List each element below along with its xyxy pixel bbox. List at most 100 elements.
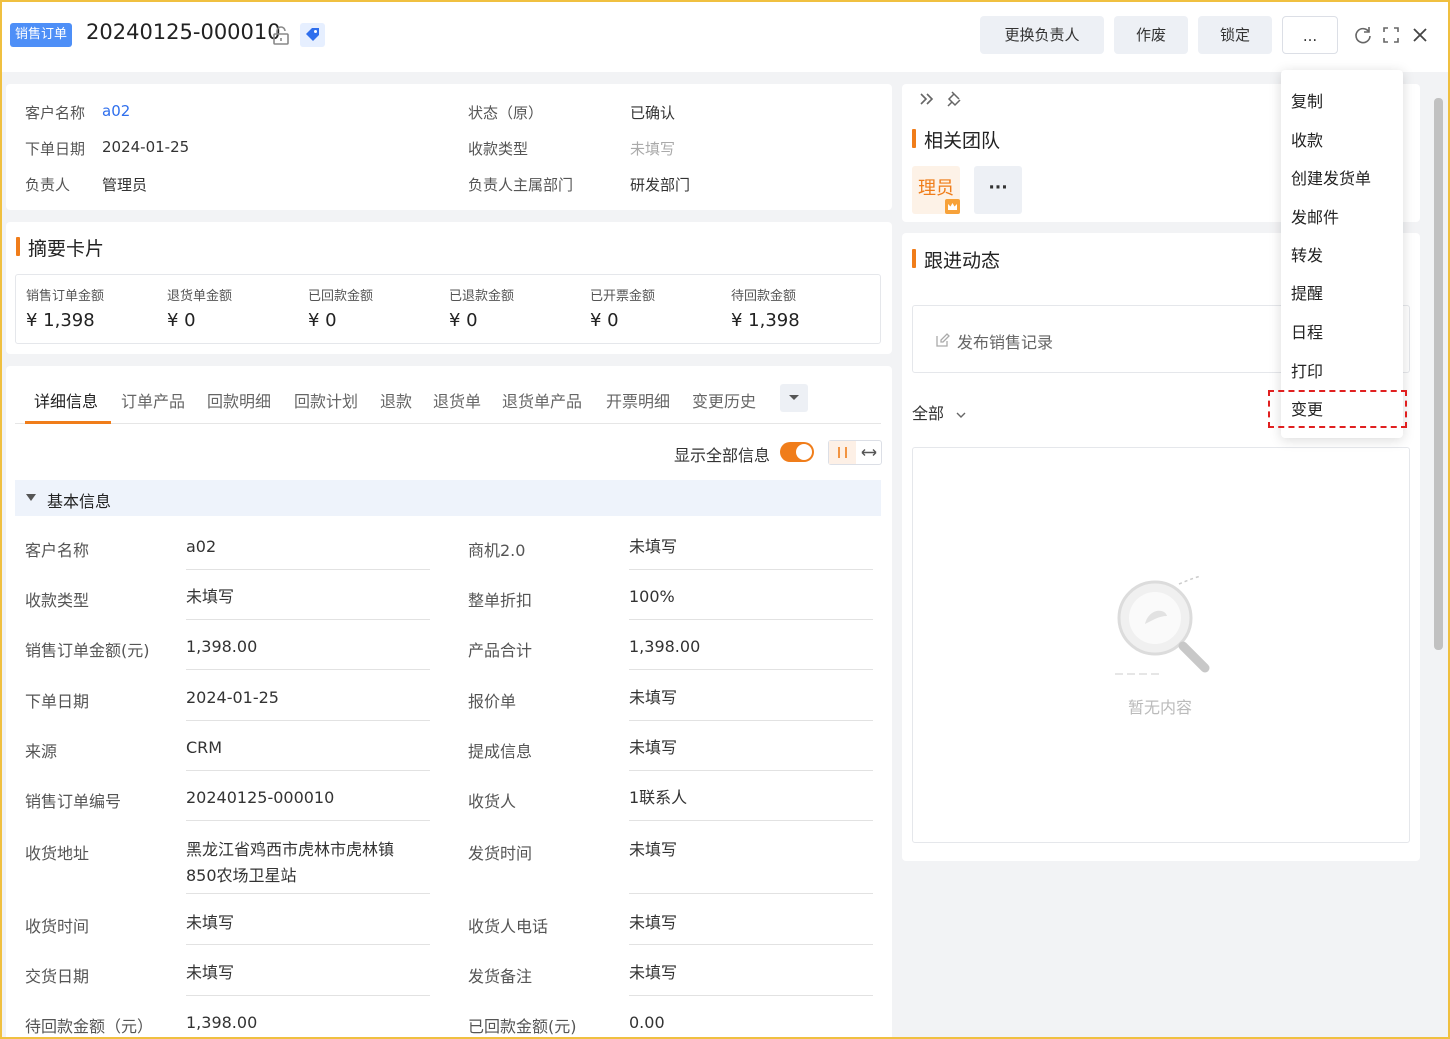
field-label: 交货日期 [25,967,90,986]
menu-item-copy[interactable]: 复制 [1291,88,1323,112]
summary-label: 已开票金额 [590,289,656,304]
field-divider [629,569,873,570]
close-icon[interactable] [1409,24,1431,46]
field-divider [186,720,430,721]
double-chevron-right-icon[interactable] [917,89,937,109]
menu-item-print[interactable]: 打印 [1291,358,1323,382]
summary-label: 已退款金额 [449,289,515,304]
fullscreen-icon[interactable] [1380,24,1402,46]
show-all-toggle[interactable] [780,442,814,462]
pin-icon[interactable] [945,89,965,109]
refresh-icon[interactable] [1352,24,1374,46]
menu-item-create-delivery[interactable]: 创建发货单 [1291,165,1371,189]
team-more-button[interactable]: ··· [974,166,1022,214]
overview-label: 下单日期 [25,140,86,158]
summary-label: 已回款金额 [308,289,374,304]
header-bar: 销售订单 20240125-000010 更换负责人 作废 锁定 ... [0,0,1450,72]
overview-label: 客户名称 [25,104,86,122]
summary-value: ¥ 1,398 [26,310,95,331]
follow-filter[interactable]: 全部 [912,400,967,424]
field-value: 未填写 [629,688,678,707]
basic-info-section[interactable]: 基本信息 [15,480,881,516]
summary-label: 退货单金额 [167,289,233,304]
team-title: 相关团队 [912,126,1000,153]
field-divider [629,944,873,945]
more-actions-button[interactable]: ... [1282,16,1338,54]
edit-icon [936,333,950,347]
field-value: 1,398.00 [186,1013,258,1032]
columns-icon [838,447,847,458]
overview-label: 收款类型 [468,140,529,158]
layout-switch[interactable] [828,440,882,465]
tab-change-history[interactable]: 变更历史 [692,388,756,412]
field-label: 提成信息 [468,742,533,761]
filter-label: 全部 [912,404,945,423]
summary-label: 销售订单金额 [26,289,105,304]
field-divider [629,669,873,670]
field-value: 未填写 [186,913,235,932]
field-value: 2024-01-25 [186,688,279,707]
lock-button[interactable]: 锁定 [1198,16,1272,54]
field-divider [186,569,430,570]
active-tab-indicator [25,421,111,424]
void-button[interactable]: 作废 [1114,16,1188,54]
collapse-icon[interactable] [26,494,36,501]
summary-value: ¥ 0 [449,310,478,331]
summary-item: 已回款金额 ¥ 0 [308,285,373,331]
menu-item-collect-payment[interactable]: 收款 [1291,127,1323,151]
field-value: 未填写 [186,587,235,606]
two-column-option[interactable] [829,441,856,464]
field-divider [629,770,873,771]
tab-invoice-details[interactable]: 开票明细 [606,388,670,412]
highlight-box [1268,390,1407,428]
expand-horizontal-icon[interactable] [856,441,882,464]
menu-item-reminder[interactable]: 提醒 [1291,280,1323,304]
field-value: CRM [186,738,223,757]
overview-value: 已确认 [630,104,676,122]
overview-label: 负责人 [25,176,71,194]
contact-link[interactable]: 1联系人 [629,785,687,811]
field-divider [186,669,430,670]
field-value: 1,398.00 [629,637,701,656]
field-label: 下单日期 [25,692,90,711]
summary-item: 已退款金额 ¥ 0 [449,285,514,331]
field-value: 20240125-000010 [186,788,335,807]
tab-order-products[interactable]: 订单产品 [121,388,185,412]
menu-item-schedule[interactable]: 日程 [1291,319,1323,343]
menu-item-forward[interactable]: 转发 [1291,242,1323,266]
tab-refund[interactable]: 退款 [380,388,412,412]
scrollbar-thumb[interactable] [1434,98,1443,650]
basic-info-title: 基本信息 [47,492,112,511]
show-all-label: 显示全部信息 [674,446,771,465]
field-divider [186,619,430,620]
address-line-1: 黑龙江省鸡西市虎林市虎林镇 [186,840,395,859]
owner-crown-icon [945,199,960,214]
summary-title: 摘要卡片 [16,234,104,261]
field-value: 未填写 [629,913,678,932]
field-label: 待回款金额（元） [25,1017,154,1036]
tab-payment-details[interactable]: 回款明细 [207,388,271,412]
lock-icon[interactable] [270,24,292,46]
tab-return-order[interactable]: 退货单 [433,388,481,412]
change-owner-button[interactable]: 更换负责人 [980,16,1104,54]
tabs-more-button[interactable] [780,384,808,412]
field-divider [629,893,873,894]
summary-box: 销售订单金额 ¥ 1,398 退货单金额 ¥ 0 已回款金额 ¥ 0 已退款金额… [15,274,881,344]
tab-detail-info[interactable]: 详细信息 [34,388,98,412]
field-label: 已回款金额(元) [468,1017,577,1036]
field-divider [629,619,873,620]
tab-payment-plan[interactable]: 回款计划 [294,388,358,412]
chevron-down-icon [956,412,966,418]
overview-value: 未填写 [630,140,676,158]
field-value: 未填写 [629,537,678,556]
tab-return-products[interactable]: 退货单产品 [502,388,582,412]
menu-item-send-email[interactable]: 发邮件 [1291,204,1339,228]
field-divider [186,944,430,945]
summary-value: ¥ 0 [308,310,337,331]
customer-link[interactable]: a02 [186,534,216,560]
label-tag-icon[interactable] [300,23,325,47]
customer-name-link[interactable]: a02 [102,102,130,120]
overview-label: 负责人主属部门 [468,176,574,194]
field-value: 1,398.00 [186,637,258,656]
field-label: 客户名称 [25,541,90,560]
